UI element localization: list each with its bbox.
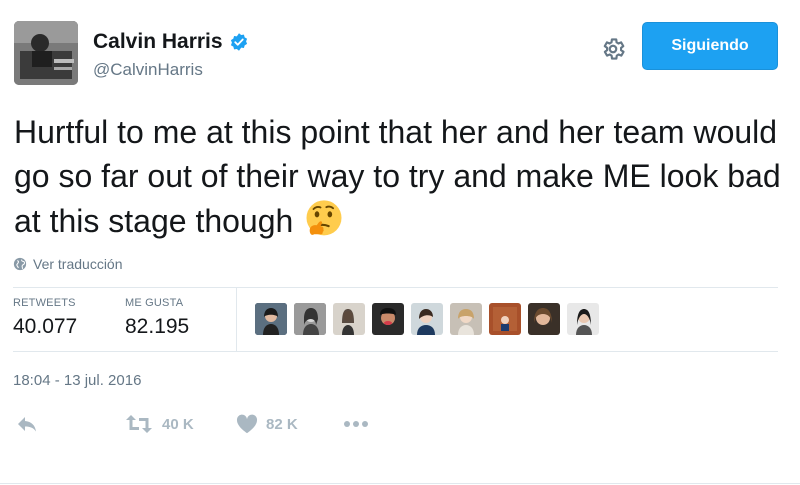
- bottom-divider: [0, 483, 800, 484]
- more-icon: [344, 421, 368, 427]
- following-button[interactable]: Siguiendo: [642, 22, 778, 70]
- translate-label[interactable]: Ver traducción: [33, 256, 123, 272]
- author-name-row[interactable]: Calvin Harris: [93, 30, 249, 54]
- likers-avatars: [255, 303, 606, 335]
- likes-stat[interactable]: ME GUSTA 82.195: [125, 297, 189, 339]
- likes-label: ME GUSTA: [125, 297, 184, 309]
- stats-top-divider: [13, 287, 778, 288]
- settings-button[interactable]: [600, 36, 626, 62]
- retweet-icon: [126, 415, 152, 433]
- reply-icon: [18, 417, 36, 432]
- stats-vertical-divider: [236, 288, 237, 351]
- liker-avatar[interactable]: [294, 303, 326, 335]
- liker-avatar[interactable]: [255, 303, 287, 335]
- stats-bottom-divider: [13, 351, 778, 352]
- like-button[interactable]: 82 K: [236, 414, 298, 434]
- like-count: 82 K: [266, 415, 298, 433]
- tweet-timestamp[interactable]: 18:04 - 13 jul. 2016: [13, 372, 141, 389]
- globe-icon: [13, 257, 27, 271]
- author-name[interactable]: Calvin Harris: [93, 30, 223, 54]
- likes-value: 82.195: [125, 315, 190, 338]
- retweet-count: 40 K: [162, 415, 194, 433]
- retweets-label: RETWEETS: [13, 297, 76, 309]
- verified-badge-icon: [230, 33, 247, 51]
- author-avatar[interactable]: [14, 21, 78, 85]
- liker-avatar[interactable]: [528, 303, 560, 335]
- liker-avatar[interactable]: [450, 303, 482, 335]
- tweet-body: Hurtful to me at this point that her and…: [14, 114, 781, 239]
- tweet-text: Hurtful to me at this point that her and…: [14, 110, 786, 243]
- translate-link[interactable]: Ver traducción: [13, 256, 123, 272]
- retweet-button[interactable]: 40 K: [124, 414, 194, 434]
- retweets-stat[interactable]: RETWEETS 40.077: [13, 297, 77, 339]
- liker-avatar[interactable]: [567, 303, 599, 335]
- thinking-face-emoji: [306, 200, 342, 236]
- more-button[interactable]: [342, 414, 370, 434]
- retweets-value: 40.077: [13, 315, 78, 338]
- author-handle[interactable]: @CalvinHarris: [93, 60, 203, 80]
- gear-icon: [603, 38, 625, 60]
- liker-avatar[interactable]: [372, 303, 404, 335]
- liker-avatar[interactable]: [489, 303, 521, 335]
- liker-avatar[interactable]: [411, 303, 443, 335]
- reply-button[interactable]: [15, 414, 39, 434]
- avatar-photo: [14, 21, 78, 85]
- liker-avatar[interactable]: [333, 303, 365, 335]
- heart-icon: [236, 414, 258, 434]
